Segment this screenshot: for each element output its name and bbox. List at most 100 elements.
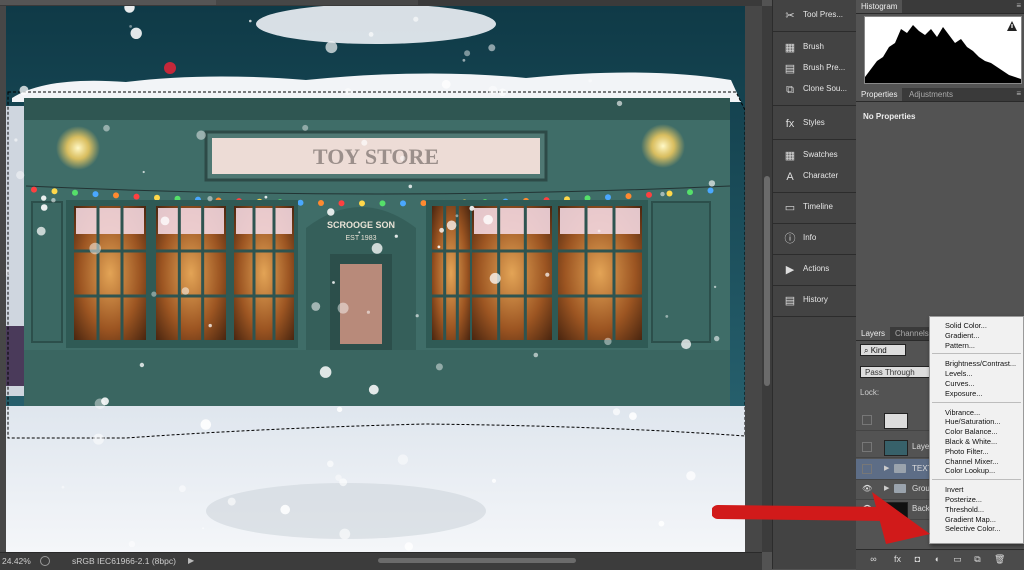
vertical-scroll-thumb[interactable] xyxy=(764,176,770,386)
dock-item-styles[interactable]: fx Styles xyxy=(773,114,857,134)
dock-item-label: Swatches xyxy=(803,150,838,159)
dock-item-label: Brush xyxy=(803,42,824,51)
visibility-toggle[interactable] xyxy=(862,415,872,425)
tool-presets-icon: ✂ xyxy=(785,10,795,22)
tab-adjustments[interactable]: Adjustments xyxy=(904,88,958,101)
dock-item-label: History xyxy=(803,295,828,304)
brush-icon: ▦ xyxy=(784,42,796,54)
clone-source-icon: ⧉ xyxy=(786,84,794,96)
new-group-icon[interactable]: ▭ xyxy=(952,554,963,565)
dock-item-brush-presets[interactable]: ▤ Brush Pre... xyxy=(773,59,857,79)
menu-item-exposure[interactable]: Exposure... xyxy=(945,389,982,398)
expand-group-icon[interactable]: ▶ xyxy=(884,464,889,472)
visibility-toggle[interactable] xyxy=(862,442,872,452)
info-icon: ⓘ xyxy=(784,233,796,245)
menu-separator xyxy=(932,479,1021,481)
horizontal-scroll-thumb[interactable] xyxy=(378,558,576,563)
dock-item-clone-source[interactable]: ⧉ Clone Sou... xyxy=(773,80,857,100)
actions-icon: ▶ xyxy=(785,264,795,276)
filter-search-icon: ⌕ xyxy=(864,346,871,355)
histogram-graph xyxy=(864,16,1022,84)
blend-mode-select[interactable]: Pass Through xyxy=(860,366,938,378)
dock-item-label: Brush Pre... xyxy=(803,63,846,72)
character-icon: A xyxy=(786,171,794,183)
dock-group: fx Styles xyxy=(773,114,857,140)
menu-item-curves[interactable]: Curves... xyxy=(945,379,975,388)
menu-item-hue-saturation[interactable]: Hue/Saturation... xyxy=(945,417,1000,426)
histogram-cache-warning-icon[interactable] xyxy=(1007,21,1017,31)
properties-empty-label: No Properties xyxy=(863,112,916,121)
tab-properties[interactable]: Properties xyxy=(856,88,903,101)
menu-item-pattern[interactable]: Pattern... xyxy=(945,341,975,350)
histogram-panel-menu-icon[interactable]: ≡ xyxy=(1016,1,1021,10)
menu-item-photo-filter[interactable]: Photo Filter... xyxy=(945,447,989,456)
menu-item-channel-mixer[interactable]: Channel Mixer... xyxy=(945,457,998,466)
dock-group: ▦ Swatches A Character xyxy=(773,146,857,193)
menu-separator xyxy=(932,353,1021,355)
menu-item-gradient[interactable]: Gradient... xyxy=(945,331,980,340)
dock-item-brush[interactable]: ▦ Brush xyxy=(773,38,857,58)
toy-store-artwork: TOY STORE SCROOGE SON EST 1983 xyxy=(6,6,745,552)
layer-kind-label: Kind xyxy=(870,346,887,355)
canvas-vertical-scrollbar[interactable] xyxy=(762,6,772,552)
dock-item-label: Info xyxy=(803,233,817,242)
layer-thumbnail xyxy=(884,440,908,456)
layer-kind-filter[interactable]: ⌕ Kind xyxy=(860,344,906,356)
menu-item-vibrance[interactable]: Vibrance... xyxy=(945,408,980,417)
document-tab-2[interactable] xyxy=(216,0,418,5)
dock-item-swatches[interactable]: ▦ Swatches xyxy=(773,146,857,166)
dock-item-actions[interactable]: ▶ Actions xyxy=(773,260,857,280)
dock-item-character[interactable]: A Character xyxy=(773,167,857,187)
menu-item-posterize[interactable]: Posterize... xyxy=(945,495,982,504)
dock-group: ▶ Actions xyxy=(773,260,857,286)
menu-item-solid-color[interactable]: Solid Color... xyxy=(945,321,987,330)
dock-group: ▦ Brush ▤ Brush Pre... ⧉ Clone Sou... xyxy=(773,38,857,106)
dock-item-timeline[interactable]: ▭ Timeline xyxy=(773,198,857,218)
dock-item-info[interactable]: ⓘ Info xyxy=(773,229,857,249)
menu-item-brightness-contrast[interactable]: Brightness/Contrast... xyxy=(945,359,1016,368)
dock-item-label: Clone Sou... xyxy=(803,84,848,93)
properties-panel-tabs: Properties Adjustments ≡ xyxy=(856,88,1024,102)
brush-presets-icon: ▤ xyxy=(784,63,796,75)
tab-layers[interactable]: Layers xyxy=(856,327,891,340)
menu-item-color-lookup[interactable]: Color Lookup... xyxy=(945,466,995,475)
menu-item-levels[interactable]: Levels... xyxy=(945,369,973,378)
new-adjustment-layer-icon[interactable]: ◐ xyxy=(932,554,943,565)
history-icon: ▤ xyxy=(784,295,796,307)
add-mask-icon[interactable]: ◘ xyxy=(912,554,923,565)
visibility-toggle[interactable] xyxy=(862,464,872,474)
status-menu-arrow-icon[interactable]: ▶ xyxy=(188,556,194,565)
menu-item-threshold[interactable]: Threshold... xyxy=(945,505,984,514)
adjustment-layer-menu: Solid Color... Gradient... Pattern... Brigh… xyxy=(929,316,1024,544)
document-tab-active[interactable] xyxy=(0,0,226,5)
zoom-level[interactable]: 24.42% xyxy=(2,556,31,566)
menu-item-black-white[interactable]: Black & White... xyxy=(945,437,997,446)
dock-item-label: Timeline xyxy=(803,202,833,211)
zoom-options-icon[interactable] xyxy=(40,556,50,566)
annotation-arrow xyxy=(712,492,930,544)
menu-item-color-balance[interactable]: Color Balance... xyxy=(945,427,998,436)
document-color-profile: sRGB IEC61966-2.1 (8bpc) xyxy=(72,556,176,566)
properties-panel-menu-icon[interactable]: ≡ xyxy=(1016,89,1021,98)
menu-item-invert[interactable]: Invert xyxy=(945,485,963,494)
swatches-icon: ▦ xyxy=(784,150,796,162)
document-canvas[interactable]: TOY STORE SCROOGE SON EST 1983 xyxy=(0,6,762,552)
menu-item-selective-color[interactable]: Selective Color... xyxy=(945,524,1000,533)
dock-group: ⓘ Info xyxy=(773,229,857,255)
layer-style-icon[interactable]: fx xyxy=(892,554,903,565)
folder-icon xyxy=(894,464,906,473)
dock-item-label: Actions xyxy=(803,264,830,273)
menu-separator xyxy=(932,401,1021,403)
tab-channels[interactable]: Channels xyxy=(890,327,934,340)
new-layer-icon[interactable]: ⧉ xyxy=(972,554,983,565)
tab-histogram[interactable]: Histogram xyxy=(856,0,903,13)
dock-item-label: Styles xyxy=(803,118,825,127)
door-sign-est: EST 1983 xyxy=(345,235,376,242)
histogram-panel-tabs: Histogram ≡ xyxy=(856,0,1024,14)
dock-group: ▭ Timeline xyxy=(773,198,857,224)
delete-layer-icon[interactable]: 🗑 xyxy=(994,554,1005,565)
dock-item-tool-presets[interactable]: ✂ Tool Pres... xyxy=(773,6,857,26)
menu-item-gradient-map[interactable]: Gradient Map... xyxy=(945,515,996,524)
dock-item-history[interactable]: ▤ History xyxy=(773,291,857,311)
link-layers-icon[interactable]: ∞ xyxy=(868,554,879,565)
